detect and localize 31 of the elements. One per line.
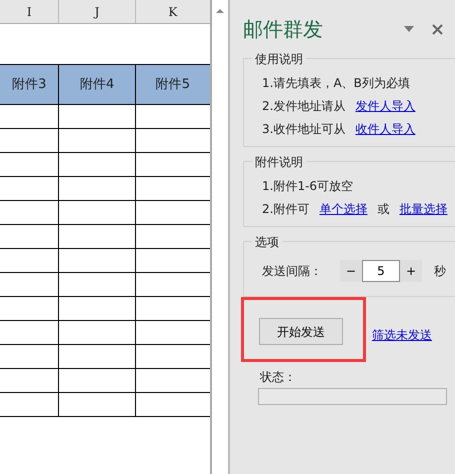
close-icon[interactable] <box>432 24 443 34</box>
pane-title: 邮件群发 <box>243 16 323 43</box>
column-header[interactable]: I <box>0 0 60 23</box>
scroll-up-icon[interactable] <box>215 8 225 14</box>
column-header[interactable]: J <box>59 0 136 23</box>
instruction-text: 1.请先填表，A、B列为必填 <box>262 74 410 92</box>
status-label: 状态： <box>260 369 297 386</box>
group-title: 选项 <box>252 233 282 251</box>
instruction-text: 2.附件可 <box>262 200 310 218</box>
minus-button[interactable]: − <box>340 260 362 282</box>
group-title: 附件说明 <box>252 153 306 171</box>
link[interactable]: 批量选择 <box>399 200 448 218</box>
table-header-cell: 附件4 <box>59 65 136 104</box>
link[interactable]: 收件人导入 <box>355 120 416 138</box>
instruction-text: 2.发件地址请从 <box>262 98 346 114</box>
column-header[interactable]: K <box>136 0 210 23</box>
interval-label: 发送间隔： <box>262 263 322 280</box>
dropdown-icon[interactable] <box>404 26 414 32</box>
table-header-cell-text: 附件5 <box>154 76 191 94</box>
instruction-text: 或 <box>377 200 390 218</box>
interval-field[interactable]: 5 <box>362 260 400 282</box>
link[interactable]: 单个选择 <box>319 200 368 218</box>
start-button[interactable]: 开始发送 <box>259 318 343 345</box>
group-title: 使用说明 <box>252 50 306 68</box>
table-header-cell: 附件3 <box>0 65 60 104</box>
instruction-text: 3.收件地址可从 <box>262 120 346 138</box>
filter-link[interactable]: 筛选未发送 <box>372 326 432 344</box>
instruction-text: 1.附件1-6可放空 <box>262 178 354 194</box>
plus-button[interactable]: + <box>400 260 422 282</box>
link[interactable]: 发件人导入 <box>355 96 416 114</box>
unit-label: 秒 <box>434 263 446 280</box>
